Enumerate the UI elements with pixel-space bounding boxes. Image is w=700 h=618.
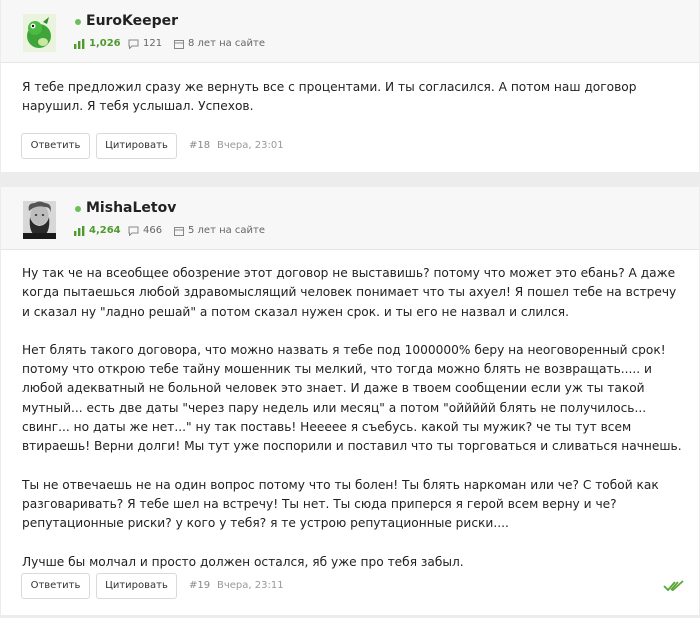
rating-bars-icon bbox=[74, 225, 85, 236]
reply-button[interactable]: Ответить bbox=[21, 133, 90, 159]
online-status-dot bbox=[75, 19, 81, 25]
rating-value: 4,264 bbox=[89, 225, 121, 236]
post-body: Ну так че на всеобщее обозрение этот дог… bbox=[22, 264, 683, 572]
username[interactable]: MishaLetov bbox=[86, 200, 176, 216]
post-paragraph: Ты не отвечаешь не на один вопрос потому… bbox=[22, 477, 659, 531]
comment-icon bbox=[128, 39, 139, 49]
reply-button[interactable]: Ответить bbox=[21, 573, 90, 599]
online-status-dot bbox=[75, 206, 81, 212]
user-rating: 1,026 bbox=[74, 38, 121, 49]
quote-button[interactable]: Цитировать bbox=[96, 133, 177, 159]
quote-button[interactable]: Цитировать bbox=[96, 573, 177, 599]
member-since: 5 лет на сайте bbox=[174, 225, 265, 236]
comments-value: 121 bbox=[143, 38, 163, 49]
user-rating: 4,264 bbox=[74, 225, 121, 236]
post-header: EuroKeeper 1,026 121 8 лет на сайте bbox=[1, 0, 699, 63]
comments-value: 466 bbox=[143, 225, 163, 236]
member-since: 8 лет на сайте bbox=[174, 38, 265, 49]
post-number-link[interactable]: #18 bbox=[189, 140, 210, 151]
calendar-icon bbox=[174, 39, 184, 49]
rating-value: 1,026 bbox=[89, 38, 121, 49]
post-body: Я тебе предложил сразу же вернуть все с … bbox=[22, 78, 683, 117]
avatar[interactable] bbox=[23, 14, 56, 52]
calendar-icon bbox=[174, 226, 184, 236]
rating-bars-icon bbox=[74, 38, 85, 49]
member-since-text: 8 лет на сайте bbox=[188, 38, 266, 49]
user-comments-count: 121 bbox=[128, 38, 162, 49]
post-header: MishaLetov 4,264 466 5 лет на сайте bbox=[1, 187, 699, 250]
double-check-icon bbox=[663, 579, 685, 597]
comment-icon bbox=[128, 226, 139, 236]
post-paragraph: Нет блять такого договора, что можно наз… bbox=[22, 342, 682, 454]
member-since-text: 5 лет на сайте bbox=[188, 225, 266, 236]
post-timestamp: Вчера, 23:11 bbox=[217, 580, 284, 591]
post-number-link[interactable]: #19 bbox=[189, 580, 210, 591]
post-paragraph: Лучше бы молчал и просто должен остался,… bbox=[22, 554, 464, 569]
username[interactable]: EuroKeeper bbox=[86, 13, 178, 29]
post-paragraph: Ну так че на всеобщее обозрение этот дог… bbox=[22, 266, 677, 319]
avatar[interactable] bbox=[23, 201, 56, 239]
comment-post: EuroKeeper 1,026 121 8 лет на сайте Я те… bbox=[1, 0, 699, 172]
comment-post: MishaLetov 4,264 466 5 лет на сайте Ну т… bbox=[1, 187, 699, 615]
user-comments-count: 466 bbox=[128, 225, 162, 236]
post-timestamp: Вчера, 23:01 bbox=[217, 140, 284, 151]
post-paragraph: Я тебе предложил сразу же вернуть все с … bbox=[22, 80, 637, 114]
